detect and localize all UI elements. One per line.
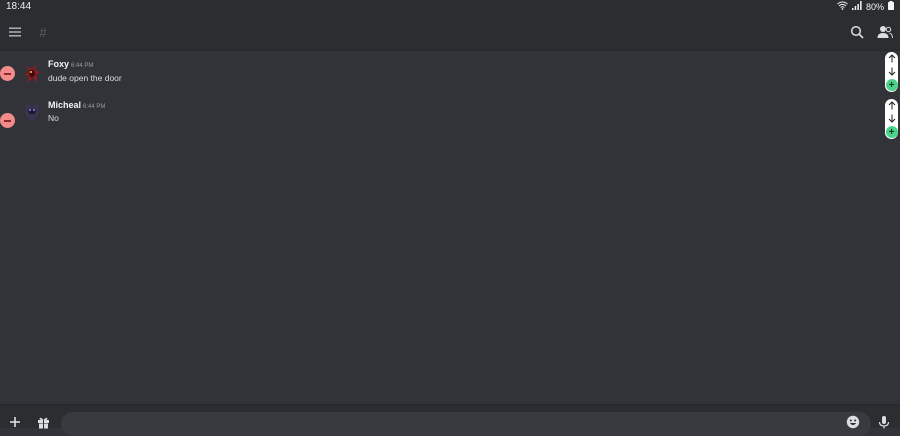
status-indicators: 80%	[837, 1, 894, 12]
avatar	[20, 61, 44, 85]
message-timestamp: 6:44 PM	[71, 63, 94, 69]
avatar	[20, 98, 44, 122]
message-content: No	[48, 113, 59, 123]
search-icon[interactable]	[848, 23, 866, 41]
message-list: Foxy 6:44 PM dude open the door Micheal …	[0, 51, 900, 403]
menu-icon[interactable]	[6, 23, 24, 41]
message-author[interactable]: Foxy	[48, 59, 69, 69]
emoji-icon[interactable]	[845, 414, 861, 430]
battery-icon	[888, 1, 894, 12]
message-item: Micheal 6:44 PM No	[0, 97, 900, 141]
minus-icon	[4, 119, 11, 122]
arrow-down-icon[interactable]	[885, 112, 898, 125]
remove-message-button[interactable]	[0, 113, 15, 128]
wifi-icon	[837, 1, 848, 12]
remove-message-button[interactable]	[0, 66, 15, 81]
message-controls: +	[885, 52, 898, 92]
channel-hash-icon: #	[39, 24, 47, 40]
message-item: Foxy 6:44 PM dude open the door	[0, 57, 900, 101]
arrow-up-icon[interactable]	[885, 99, 898, 112]
microphone-icon[interactable]	[876, 414, 892, 430]
message-timestamp: 6:44 PM	[83, 104, 106, 110]
status-time: 18:44	[6, 1, 32, 12]
message-input[interactable]	[61, 412, 871, 436]
members-icon[interactable]	[876, 23, 894, 41]
gift-icon[interactable]	[35, 414, 51, 430]
channel-header: #	[0, 14, 900, 51]
plus-icon[interactable]: +	[885, 126, 898, 138]
message-composer	[0, 404, 900, 436]
plus-icon[interactable]: +	[885, 79, 898, 91]
minus-icon	[4, 72, 11, 75]
arrow-down-icon[interactable]	[885, 65, 898, 78]
message-author[interactable]: Micheal	[48, 100, 81, 110]
battery-percent: 80%	[865, 1, 884, 12]
arrow-up-icon[interactable]	[885, 52, 898, 65]
status-bar: 18:44 80%	[0, 0, 900, 14]
message-controls: +	[885, 99, 898, 139]
message-content: dude open the door	[48, 73, 122, 83]
signal-icon	[851, 1, 862, 12]
plus-icon[interactable]	[7, 414, 23, 430]
